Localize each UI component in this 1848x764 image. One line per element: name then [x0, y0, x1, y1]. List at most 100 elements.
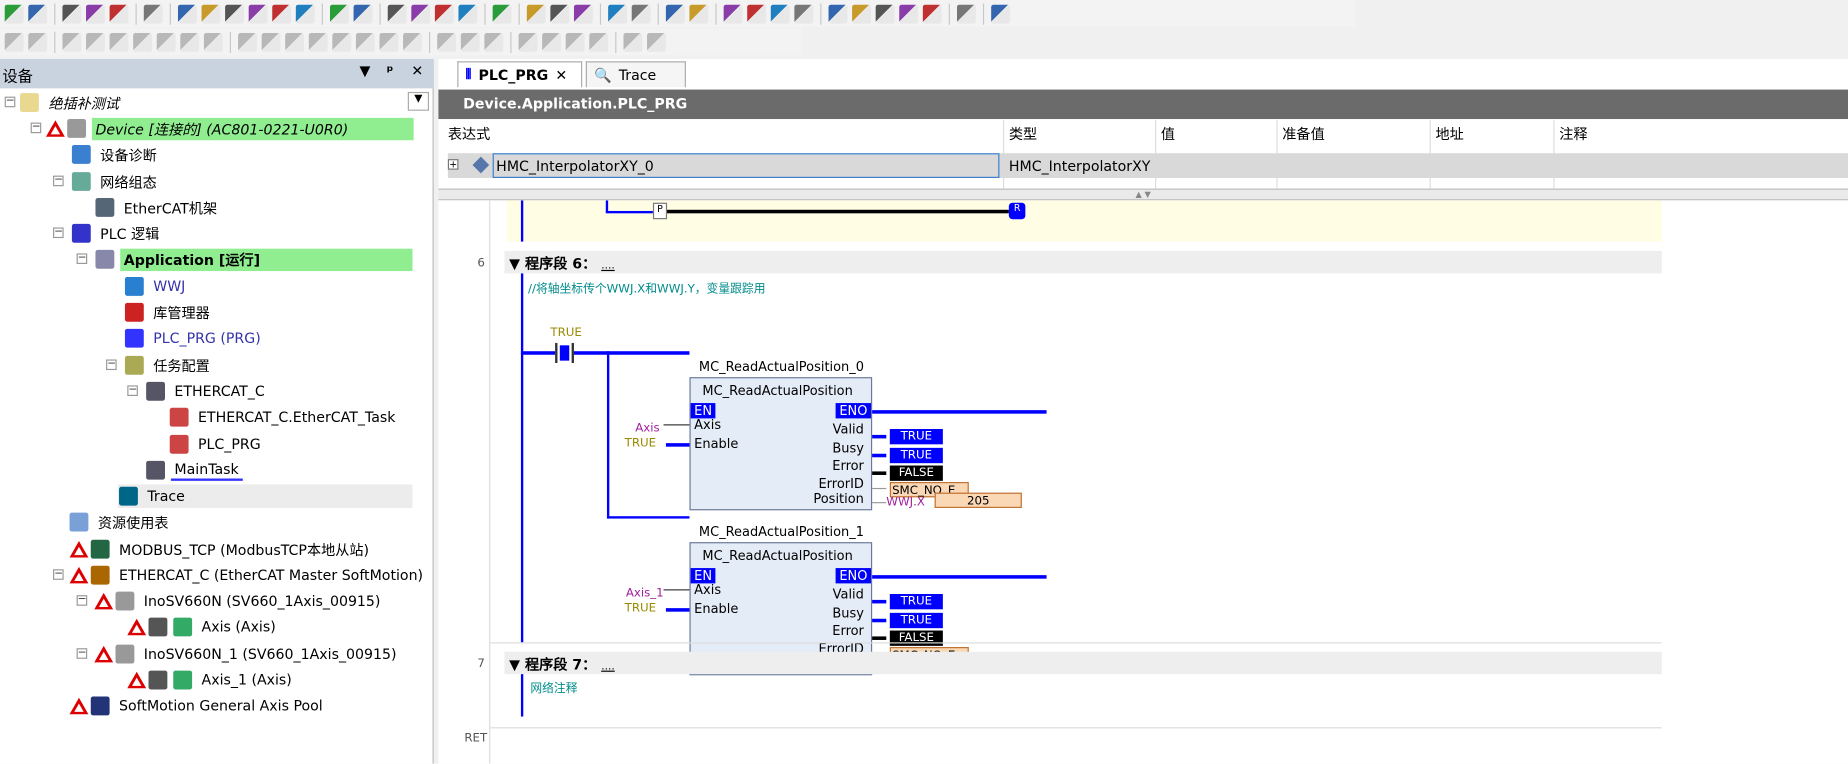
error-value[interactable]: FALSE [889, 630, 943, 646]
box-icon[interactable] [28, 32, 48, 52]
type-cell[interactable]: HMC_InterpolatorXY [1009, 158, 1151, 174]
tree-item[interactable]: ETHERCAT_C [146, 379, 268, 403]
tree-item[interactable]: Device [连接的] (AC801-0221-U0R0) [45, 117, 414, 141]
parallel-contact-icon[interactable] [109, 32, 129, 52]
view2-icon[interactable] [647, 32, 666, 52]
parallel-neg-contact-icon[interactable] [133, 32, 153, 52]
tree-item[interactable]: InoSV660N_1 (SV660_1Axis_00915) [94, 642, 400, 666]
tree-item[interactable]: EtherCAT机架 [95, 196, 220, 220]
error-value[interactable]: FALSE [889, 465, 943, 481]
busy-value[interactable]: TRUE [889, 447, 943, 464]
position-variable[interactable]: WWJ.X [886, 496, 925, 509]
tree-item[interactable]: Application [运行] [95, 247, 413, 271]
input-icon[interactable] [542, 32, 561, 52]
new-icon[interactable] [62, 4, 82, 23]
stop-icon[interactable] [747, 4, 767, 23]
tree-item[interactable]: 设备诊断 [71, 143, 160, 167]
collapse-toggle[interactable]: − [30, 122, 42, 134]
write-icon[interactable] [794, 4, 814, 23]
fb-instance-name[interactable]: MC_ReadActualPosition_0 [699, 359, 864, 374]
collapse-toggle[interactable]: − [4, 96, 16, 108]
paste-icon[interactable] [272, 4, 292, 23]
logout-icon[interactable] [689, 4, 709, 23]
login-icon[interactable] [665, 4, 685, 23]
print-icon[interactable] [143, 4, 163, 23]
insert-box3-icon[interactable] [308, 32, 328, 52]
tree-item[interactable]: MainTask [146, 458, 243, 482]
reset-icon[interactable] [770, 4, 790, 23]
set-reset-icon[interactable] [484, 32, 504, 52]
open-icon[interactable] [86, 4, 105, 23]
output-icon[interactable] [565, 32, 585, 52]
column-header[interactable]: 准备值 [1282, 124, 1324, 144]
enable-value[interactable]: TRUE [625, 602, 656, 615]
insert-box2-icon[interactable] [285, 32, 305, 52]
collapse-toggle[interactable]: − [53, 227, 64, 239]
collapse-toggle[interactable]: − [106, 359, 117, 371]
tree-item[interactable]: 任务配置 [124, 354, 213, 378]
collapse-toggle[interactable]: − [76, 648, 88, 659]
tree-item[interactable]: WWJ [124, 275, 189, 299]
collapse-toggle[interactable]: − [53, 569, 64, 580]
valid-value[interactable]: TRUE [889, 593, 943, 610]
column-header[interactable]: 类型 [1009, 124, 1037, 144]
network-6-header[interactable]: ▼ 程序段 6： .... [504, 251, 1662, 274]
next-statement-icon[interactable] [956, 4, 976, 23]
tree-item[interactable]: Trace [119, 484, 188, 508]
tree-item[interactable]: SoftMotion General Axis Pool [69, 694, 327, 718]
coil-icon[interactable] [156, 32, 176, 52]
jump-icon[interactable] [332, 32, 352, 52]
label-icon[interactable] [355, 32, 375, 52]
expand-toggle[interactable]: + [447, 159, 459, 170]
bookmark-next-icon[interactable] [411, 4, 431, 23]
collapse-toggle[interactable]: − [53, 175, 64, 187]
tree-item[interactable]: ETHERCAT_C.EtherCAT_Task [169, 405, 399, 429]
forward-icon[interactable] [28, 4, 48, 23]
branch-start-icon[interactable] [518, 32, 538, 52]
tree-item[interactable]: Axis_1 (Axis) [127, 668, 295, 692]
redo-icon[interactable] [201, 4, 221, 23]
panel-menu-button[interactable]: ▼ [359, 62, 370, 78]
negate-icon[interactable] [437, 32, 457, 52]
splitter[interactable]: ▲ ▼ [438, 188, 1848, 201]
set-coil-icon[interactable] [180, 32, 200, 52]
download-icon[interactable] [631, 4, 651, 23]
bookmark-clear-icon[interactable] [458, 4, 478, 23]
function-block[interactable]: MC_ReadActualPosition EN ENO Axis Enable Vali… [689, 377, 873, 511]
axis-variable[interactable]: Axis [635, 422, 659, 435]
edge-contact[interactable]: P [652, 202, 668, 220]
tree-item[interactable]: PLC 逻辑 [71, 222, 163, 246]
expression-cell[interactable]: HMC_InterpolatorXY_0 [492, 153, 1000, 178]
pin-button[interactable]: ᵖ [387, 62, 394, 78]
step-over-icon[interactable] [828, 4, 848, 23]
copy-icon[interactable] [248, 4, 268, 23]
tab-plc-prg[interactable]: ⫴ PLC_PRG ✕ [457, 61, 583, 88]
run-icon[interactable] [723, 4, 743, 23]
tree-item[interactable]: 网络组态 [71, 170, 160, 194]
position-value[interactable]: 205 [934, 492, 1022, 508]
step-out-icon[interactable] [875, 4, 895, 23]
toggle-icon[interactable] [991, 4, 1011, 23]
tree-item[interactable]: 绝插补测试 [20, 91, 123, 115]
build-icon[interactable] [608, 4, 627, 23]
edge-icon[interactable] [460, 32, 480, 52]
tree-item[interactable]: ETHERCAT_C (EtherCAT Master SoftMotion) [69, 563, 427, 587]
undo-icon[interactable] [177, 4, 197, 23]
dropdown-icon[interactable] [550, 4, 570, 23]
delete-icon[interactable] [295, 4, 315, 23]
fbd-insert-icon[interactable] [4, 32, 24, 52]
run-to-cursor-icon[interactable] [899, 4, 919, 23]
busy-value[interactable]: TRUE [889, 612, 943, 629]
network-comment[interactable]: 网络注释 [530, 678, 577, 695]
bookmark-icon[interactable] [387, 4, 407, 23]
tree-item[interactable]: PLC_PRG [169, 433, 265, 457]
return-icon[interactable] [379, 32, 399, 52]
window-icon[interactable] [492, 4, 512, 23]
tree-item[interactable]: PLC_PRG (PRG) [124, 326, 264, 350]
tree-item[interactable]: MODBUS_TCP (ModbusTCP本地从站) [69, 537, 373, 561]
tree-dropdown-button[interactable]: ▼ [407, 91, 429, 111]
enable-value[interactable]: TRUE [625, 437, 656, 450]
network-comment[interactable]: //将轴坐标传个WWJ.X和WWJ.Y，变量跟踪用 [528, 278, 766, 296]
column-header[interactable]: 注释 [1559, 124, 1587, 144]
tab-trace[interactable]: 🔍 Trace [585, 61, 686, 88]
